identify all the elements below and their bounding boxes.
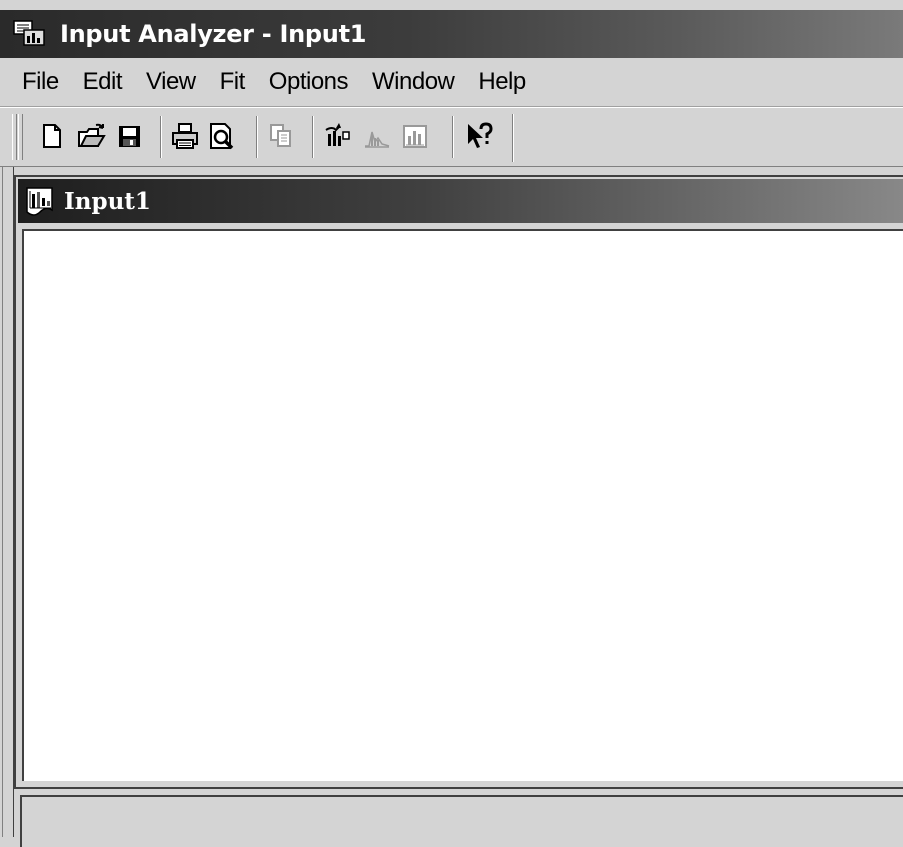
document-title: Input1 <box>64 187 151 215</box>
mdi-client-area: Input1 <box>0 167 903 847</box>
menu-view[interactable]: View <box>134 58 208 106</box>
menu-help[interactable]: Help <box>466 58 537 106</box>
toolbar-grip[interactable] <box>12 114 17 160</box>
new-document-icon[interactable] <box>36 120 66 152</box>
toolbar-grip-2[interactable] <box>18 114 23 160</box>
toolbar-separator <box>452 116 454 158</box>
menu-fit[interactable]: Fit <box>208 58 257 106</box>
status-bar <box>20 795 903 847</box>
copy-icon[interactable] <box>266 120 296 152</box>
histogram-icon[interactable] <box>400 120 430 152</box>
menu-file[interactable]: File <box>0 58 71 106</box>
window-title: Input Analyzer - Input1 <box>60 20 367 48</box>
print-preview-icon[interactable] <box>206 120 236 152</box>
menu-window[interactable]: Window <box>360 58 466 106</box>
toolbar-separator <box>160 116 162 158</box>
document-window[interactable]: Input1 <box>14 175 903 789</box>
menu-options[interactable]: Options <box>257 58 360 106</box>
toolbar <box>0 107 903 168</box>
menu-edit[interactable]: Edit <box>71 58 134 106</box>
document-title-bar[interactable]: Input1 <box>18 179 903 223</box>
toolbar-separator <box>312 116 314 158</box>
mdi-left-border <box>2 167 14 837</box>
menu-bar: File Edit View Fit Options Window Help <box>0 58 903 107</box>
distribution-icon[interactable] <box>362 120 392 152</box>
document-chart-icon <box>26 187 53 216</box>
context-help-icon[interactable] <box>464 120 494 152</box>
open-folder-icon[interactable] <box>76 120 106 152</box>
input-analyzer-app-icon <box>13 20 45 46</box>
print-icon[interactable] <box>170 120 200 152</box>
fit-data-icon[interactable] <box>322 120 352 152</box>
document-content-area[interactable] <box>22 229 903 781</box>
toolbar-end-edge <box>512 114 514 162</box>
toolbar-separator <box>256 116 258 158</box>
app-title-bar[interactable]: Input Analyzer - Input1 <box>0 10 903 58</box>
save-disk-icon[interactable] <box>114 120 144 152</box>
